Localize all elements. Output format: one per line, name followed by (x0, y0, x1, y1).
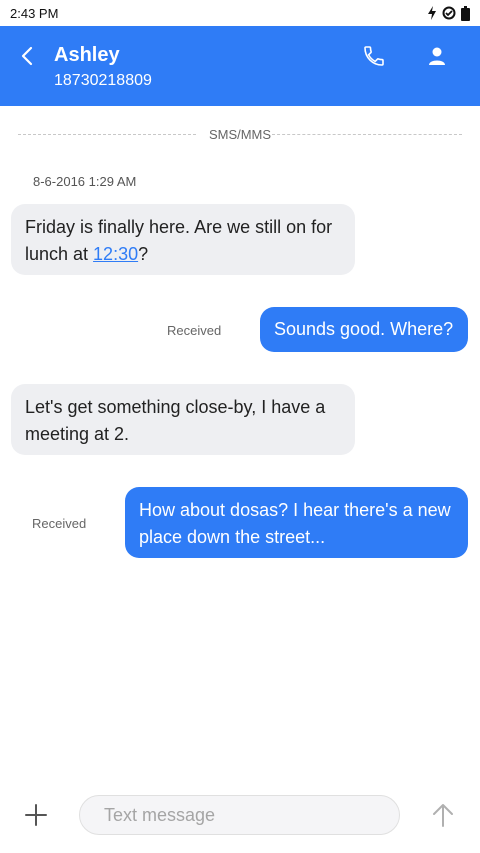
conversation-header: Ashley 18730218809 (0, 26, 480, 106)
status-bar: 2:43 PM (0, 0, 480, 26)
add-icon[interactable] (24, 803, 48, 827)
message-text: Let's get something close-by, I have a m… (25, 397, 326, 444)
channel-divider: SMS/MMS (18, 125, 462, 145)
message-text: Friday is finally here. Are we still on … (25, 217, 333, 264)
incoming-message[interactable]: Friday is finally here. Are we still on … (11, 204, 355, 275)
message-timestamp: 8-6-2016 1:29 AM (33, 174, 137, 189)
message-text: Sounds good. Where? (274, 319, 454, 339)
flash-icon (428, 6, 436, 20)
send-arrow-icon[interactable] (430, 802, 456, 828)
incoming-message[interactable]: Let's get something close-by, I have a m… (11, 384, 355, 455)
outgoing-message[interactable]: How about dosas? I hear there's a new pl… (125, 487, 468, 558)
message-text: How about dosas? I hear there's a new pl… (139, 500, 451, 547)
delivery-status: Received (32, 516, 87, 531)
status-time: 2:43 PM (10, 5, 59, 21)
message-text-end: ? (138, 244, 149, 264)
sync-icon (442, 6, 456, 20)
back-arrow-icon[interactable] (16, 44, 40, 68)
message-input[interactable] (79, 795, 400, 835)
status-icons (427, 5, 470, 21)
delivery-status: Received (167, 323, 222, 338)
time-link[interactable]: 12:30 (93, 244, 138, 264)
outgoing-message[interactable]: Sounds good. Where? (260, 307, 468, 352)
contact-name: Ashley (54, 44, 120, 66)
phone-icon[interactable] (362, 44, 386, 68)
contact-number: 18730218809 (54, 72, 152, 89)
battery-icon (461, 5, 470, 21)
divider-line-right (272, 134, 462, 135)
person-icon[interactable] (425, 44, 449, 68)
